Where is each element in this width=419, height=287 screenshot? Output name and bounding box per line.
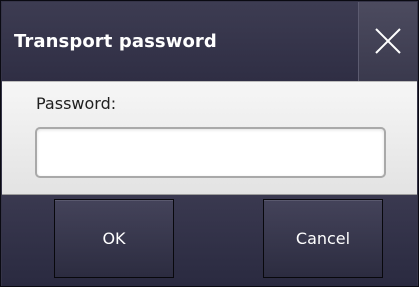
ok-button[interactable]: OK: [54, 199, 174, 278]
close-button[interactable]: [358, 2, 417, 81]
dialog-content: Password:: [2, 81, 417, 195]
dialog-title: Transport password: [14, 31, 217, 52]
transport-password-dialog: Transport password Password: OK Cancel: [0, 0, 419, 287]
password-input[interactable]: [35, 127, 386, 178]
password-label: Password:: [36, 94, 117, 113]
cancel-button[interactable]: Cancel: [263, 199, 383, 278]
button-bar: OK Cancel: [2, 195, 417, 286]
title-bar: Transport password: [2, 2, 417, 81]
close-icon: [375, 28, 401, 54]
